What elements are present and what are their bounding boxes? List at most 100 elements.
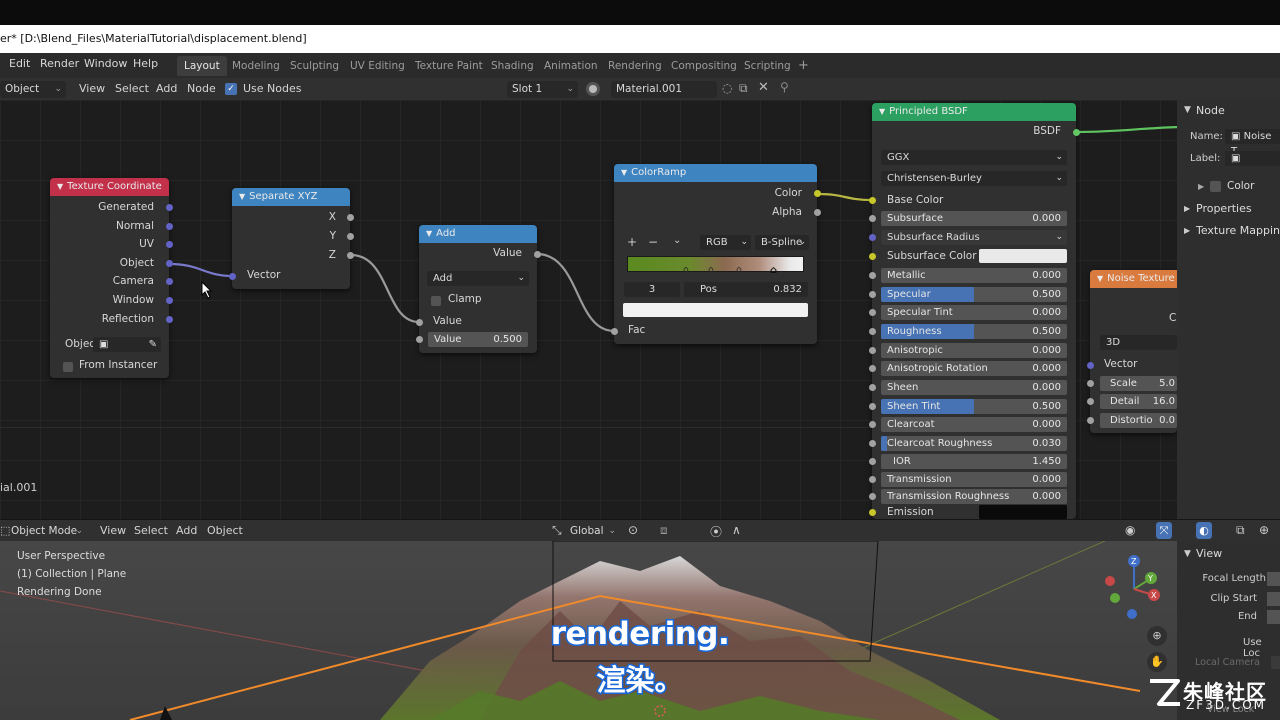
gizmo-toggle-icon[interactable]: ⤧ bbox=[1156, 522, 1172, 539]
socket-subsurface[interactable] bbox=[869, 215, 876, 222]
node-menu-view[interactable]: View bbox=[79, 78, 105, 100]
node-separate-xyz[interactable]: ▼ Separate XYZ X Y Z Vector bbox=[229, 188, 354, 289]
socket-window[interactable] bbox=[166, 297, 173, 304]
node-label-field[interactable]: ▣ bbox=[1225, 151, 1280, 166]
socket-vector-in[interactable] bbox=[229, 273, 236, 280]
node-header[interactable]: ▼ Principled BSDF bbox=[872, 103, 1076, 121]
eyedropper-icon[interactable]: ✎ bbox=[149, 337, 157, 352]
collapse-triangle-icon[interactable]: ▼ bbox=[426, 229, 432, 238]
socket-z[interactable] bbox=[347, 252, 354, 259]
value-2-field[interactable]: Value 0.500 bbox=[428, 332, 528, 347]
socket-x[interactable] bbox=[347, 214, 354, 221]
active-stop-index[interactable]: 3 bbox=[624, 282, 680, 297]
ramp-stop-marker[interactable]: ⌂ bbox=[683, 265, 689, 275]
color-mode-dropdown[interactable]: RGB ⌄ bbox=[700, 235, 751, 250]
bsdf-prop-anisotropic-rotation[interactable]: Anisotropic Rotation 0.000 bbox=[881, 361, 1067, 376]
slot-dropdown[interactable]: Slot 1 ⌄ bbox=[507, 81, 578, 98]
add-workspace-icon[interactable]: + bbox=[791, 56, 816, 76]
texture-mapping-section[interactable]: Texture Mapping bbox=[1196, 224, 1280, 237]
bsdf-prop-transmission[interactable]: Transmission 0.000 bbox=[881, 472, 1067, 487]
distribution-dropdown[interactable]: GGX ⌄ bbox=[881, 150, 1067, 165]
tab-texture-paint[interactable]: Texture Paint bbox=[408, 56, 490, 76]
subsurface-method-dropdown[interactable]: Christensen-Burley ⌄ bbox=[881, 171, 1067, 186]
tab-layout[interactable]: Layout bbox=[177, 56, 227, 76]
node-name-field[interactable]: ▣ Noise T bbox=[1225, 129, 1280, 157]
bsdf-prop-clearcoat-roughness[interactable]: Clearcoat Roughness 0.030 bbox=[881, 436, 1067, 451]
socket-vector-in[interactable] bbox=[1087, 362, 1094, 369]
collapse-triangle-icon[interactable]: ▼ bbox=[621, 168, 627, 177]
collapse-triangle-icon[interactable]: ▼ bbox=[239, 192, 245, 201]
socket-sheen[interactable] bbox=[869, 384, 876, 391]
stop-position-field[interactable]: Pos 0.832 bbox=[684, 282, 808, 297]
node-header[interactable]: ▼ Noise Texture bbox=[1090, 270, 1177, 288]
overlays-toggle-icon[interactable]: ◐ bbox=[1196, 522, 1212, 539]
dimensions-dropdown[interactable]: 3D bbox=[1100, 335, 1177, 350]
socket-value-out[interactable] bbox=[534, 251, 541, 258]
socket-fac-in[interactable] bbox=[611, 328, 618, 335]
duplicate-material-icon[interactable]: ⧉ bbox=[739, 81, 748, 96]
object-mode-dropdown[interactable]: Object ⌄ bbox=[0, 81, 66, 98]
pivot-point-icon[interactable]: ⊙ bbox=[628, 523, 638, 537]
distortion-field[interactable]: Distortio 0.0 bbox=[1100, 413, 1177, 428]
xray-icon[interactable]: ⧉ bbox=[1236, 523, 1245, 538]
socket-sheen-tint[interactable] bbox=[869, 403, 876, 410]
orientation-dropdown[interactable]: Global ⌄ bbox=[565, 523, 620, 540]
material-name-field[interactable]: Material.001 bbox=[611, 81, 717, 98]
node-menu-node[interactable]: Node bbox=[187, 78, 216, 100]
tab-modeling[interactable]: Modeling bbox=[225, 56, 287, 76]
menu-window[interactable]: Window bbox=[84, 53, 127, 78]
node-section-title[interactable]: Node bbox=[1196, 104, 1225, 117]
bsdf-prop-sheen-tint[interactable]: Sheen Tint 0.500 bbox=[881, 399, 1067, 414]
from-instancer-checkbox[interactable] bbox=[63, 362, 73, 372]
view-section-title[interactable]: View bbox=[1196, 547, 1222, 560]
object-mode-dropdown[interactable]: Object Mode ⌄ bbox=[6, 523, 87, 540]
expand-triangle-icon[interactable]: ▼ bbox=[1184, 549, 1191, 559]
bsdf-prop-specular-tint[interactable]: Specular Tint 0.000 bbox=[881, 305, 1067, 320]
use-nodes-checkbox[interactable]: ✓ bbox=[225, 83, 237, 95]
bsdf-prop-transmission-roughness[interactable]: Transmission Roughness 0.000 bbox=[881, 489, 1067, 504]
socket-clearcoat-roughness[interactable] bbox=[869, 440, 876, 447]
bsdf-prop-ior[interactable]: IOR 1.450 bbox=[881, 454, 1067, 469]
node-noise-texture[interactable]: ▼ Noise Texture C 3D Vector Scale 5.0 Det… bbox=[1087, 270, 1177, 433]
socket-clearcoat[interactable] bbox=[869, 421, 876, 428]
bsdf-prop-clearcoat[interactable]: Clearcoat 0.000 bbox=[881, 417, 1067, 432]
tab-rendering[interactable]: Rendering bbox=[601, 56, 669, 76]
fake-user-shield-icon[interactable]: ◌ bbox=[722, 81, 732, 95]
socket-metallic[interactable] bbox=[869, 272, 876, 279]
properties-section[interactable]: Properties bbox=[1196, 202, 1252, 215]
detail-field[interactable]: Detail 16.0 bbox=[1100, 394, 1177, 409]
socket-specular-tint[interactable] bbox=[869, 309, 876, 316]
tab-shading[interactable]: Shading bbox=[484, 56, 541, 76]
node-menu-select[interactable]: Select bbox=[115, 78, 149, 100]
tab-scripting[interactable]: Scripting bbox=[737, 56, 798, 76]
socket-anisotropic-rotation[interactable] bbox=[869, 365, 876, 372]
node-header[interactable]: ▼ Add bbox=[419, 225, 537, 243]
object-picker-field[interactable]: ▣ ✎ bbox=[93, 337, 161, 352]
socket-y[interactable] bbox=[347, 233, 354, 240]
socket-roughness[interactable] bbox=[869, 328, 876, 335]
clip-start-field[interactable] bbox=[1267, 592, 1280, 606]
socket-scale[interactable] bbox=[1087, 380, 1094, 387]
collapse-triangle-icon[interactable]: ▶ bbox=[1184, 204, 1190, 213]
socket-alpha-out[interactable] bbox=[814, 209, 821, 216]
tab-animation[interactable]: Animation bbox=[537, 56, 605, 76]
bsdf-prop-subsurface[interactable]: Subsurface 0.000 bbox=[881, 211, 1067, 226]
viewport-menu-view[interactable]: View bbox=[100, 520, 126, 542]
math-operation-dropdown[interactable]: Add ⌄ bbox=[427, 271, 529, 286]
ramp-stop-marker[interactable]: ⌂ bbox=[736, 265, 742, 275]
socket-normal[interactable] bbox=[166, 223, 173, 230]
viewport-menu-add[interactable]: Add bbox=[176, 520, 197, 542]
socket-subsurface-radius[interactable] bbox=[869, 234, 876, 241]
socket-generated[interactable] bbox=[166, 204, 173, 211]
collapse-triangle-icon[interactable]: ▼ bbox=[879, 107, 885, 116]
socket-value-in-2[interactable] bbox=[416, 336, 423, 343]
node-texture-coordinate[interactable]: ▼ Texture Coordinate Generated Normal UV … bbox=[50, 178, 173, 378]
proportional-editing-icon[interactable]: ⦿ bbox=[710, 523, 722, 540]
viewport-menu-select[interactable]: Select bbox=[134, 520, 168, 542]
stop-color-swatch[interactable] bbox=[623, 303, 808, 317]
tab-sculpting[interactable]: Sculpting bbox=[283, 56, 346, 76]
socket-bsdf-out[interactable] bbox=[1073, 129, 1080, 136]
node-menu-add[interactable]: Add bbox=[156, 78, 177, 100]
focal-length-field[interactable] bbox=[1267, 572, 1280, 586]
socket-specular[interactable] bbox=[869, 291, 876, 298]
